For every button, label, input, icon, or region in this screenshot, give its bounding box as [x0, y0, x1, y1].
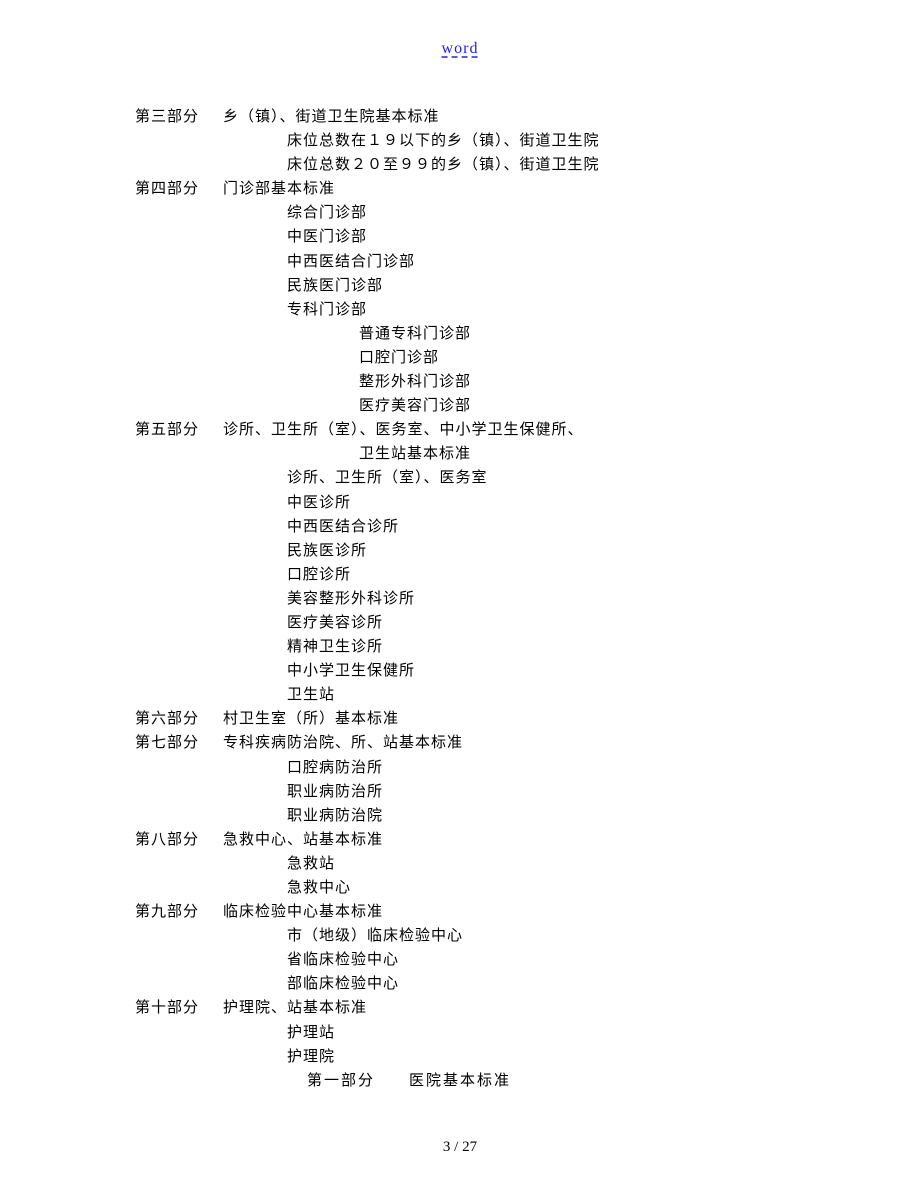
- part-title: 专科疾病防治院、所、站基本标准: [223, 731, 463, 755]
- toc-subitem: 医疗美容门诊部: [359, 394, 795, 418]
- toc-content: 第三部分乡（镇）、街道卫生院基本标准 床位总数在１９以下的乡（镇）、街道卫生院 …: [135, 105, 795, 1093]
- part-title: 诊所、卫生所（室）、医务室、中小学卫生保健所、: [223, 418, 584, 442]
- toc-item: 医疗美容诊所: [287, 611, 795, 635]
- toc-item: 专科门诊部: [287, 298, 795, 322]
- part-title-cont: 卫生站基本标准: [359, 442, 795, 466]
- toc-item: 民族医诊所: [287, 539, 795, 563]
- toc-item: 中医门诊部: [287, 225, 795, 249]
- toc-item: 卫生站: [287, 683, 795, 707]
- toc-item: 职业病防治院: [287, 804, 795, 828]
- toc-item: 综合门诊部: [287, 201, 795, 225]
- page-number: 3 / 27: [443, 1135, 477, 1159]
- part-label: 第十部分: [135, 996, 215, 1020]
- toc-item: 诊所、卫生所（室）、医务室: [287, 466, 795, 490]
- part-label: 第五部分: [135, 418, 215, 442]
- part-title: 护理院、站基本标准: [223, 996, 367, 1020]
- part-title: 急救中心、站基本标准: [223, 828, 383, 852]
- part-label: 第八部分: [135, 828, 215, 852]
- toc-item: 护理院: [287, 1045, 795, 1069]
- toc-item: 民族医门诊部: [287, 274, 795, 298]
- toc-item: 口腔诊所: [287, 563, 795, 587]
- toc-item: 省临床检验中心: [287, 948, 795, 972]
- toc-item: 精神卫生诊所: [287, 635, 795, 659]
- toc-item: 急救中心: [287, 876, 795, 900]
- toc-item: 中医诊所: [287, 491, 795, 515]
- part-title: 临床检验中心基本标准: [223, 900, 383, 924]
- part-label: 第七部分: [135, 731, 215, 755]
- toc-item: 部临床检验中心: [287, 972, 795, 996]
- part-title: 村卫生室（所）基本标准: [223, 707, 399, 731]
- part-title: 门诊部基本标准: [223, 177, 335, 201]
- header-link[interactable]: word: [442, 36, 479, 62]
- toc-item: 中西医结合门诊部: [287, 250, 795, 274]
- section-heading: 第一部分 医院基本标准: [307, 1069, 795, 1093]
- toc-item: 中小学卫生保健所: [287, 659, 795, 683]
- toc-item: 床位总数在１９以下的乡（镇）、街道卫生院: [287, 129, 795, 153]
- toc-subitem: 口腔门诊部: [359, 346, 795, 370]
- toc-item: 急救站: [287, 852, 795, 876]
- part-title: 乡（镇）、街道卫生院基本标准: [223, 105, 440, 129]
- toc-item: 口腔病防治所: [287, 756, 795, 780]
- toc-item: 护理站: [287, 1021, 795, 1045]
- toc-subitem: 普通专科门诊部: [359, 322, 795, 346]
- part-label: 第九部分: [135, 900, 215, 924]
- toc-subitem: 整形外科门诊部: [359, 370, 795, 394]
- part-label: 第三部分: [135, 105, 215, 129]
- toc-item: 市（地级）临床检验中心: [287, 924, 795, 948]
- toc-item: 中西医结合诊所: [287, 515, 795, 539]
- part-label: 第六部分: [135, 707, 215, 731]
- toc-item: 美容整形外科诊所: [287, 587, 795, 611]
- toc-item: 床位总数２０至９９的乡（镇）、街道卫生院: [287, 153, 795, 177]
- toc-item: 职业病防治所: [287, 780, 795, 804]
- part-label: 第四部分: [135, 177, 215, 201]
